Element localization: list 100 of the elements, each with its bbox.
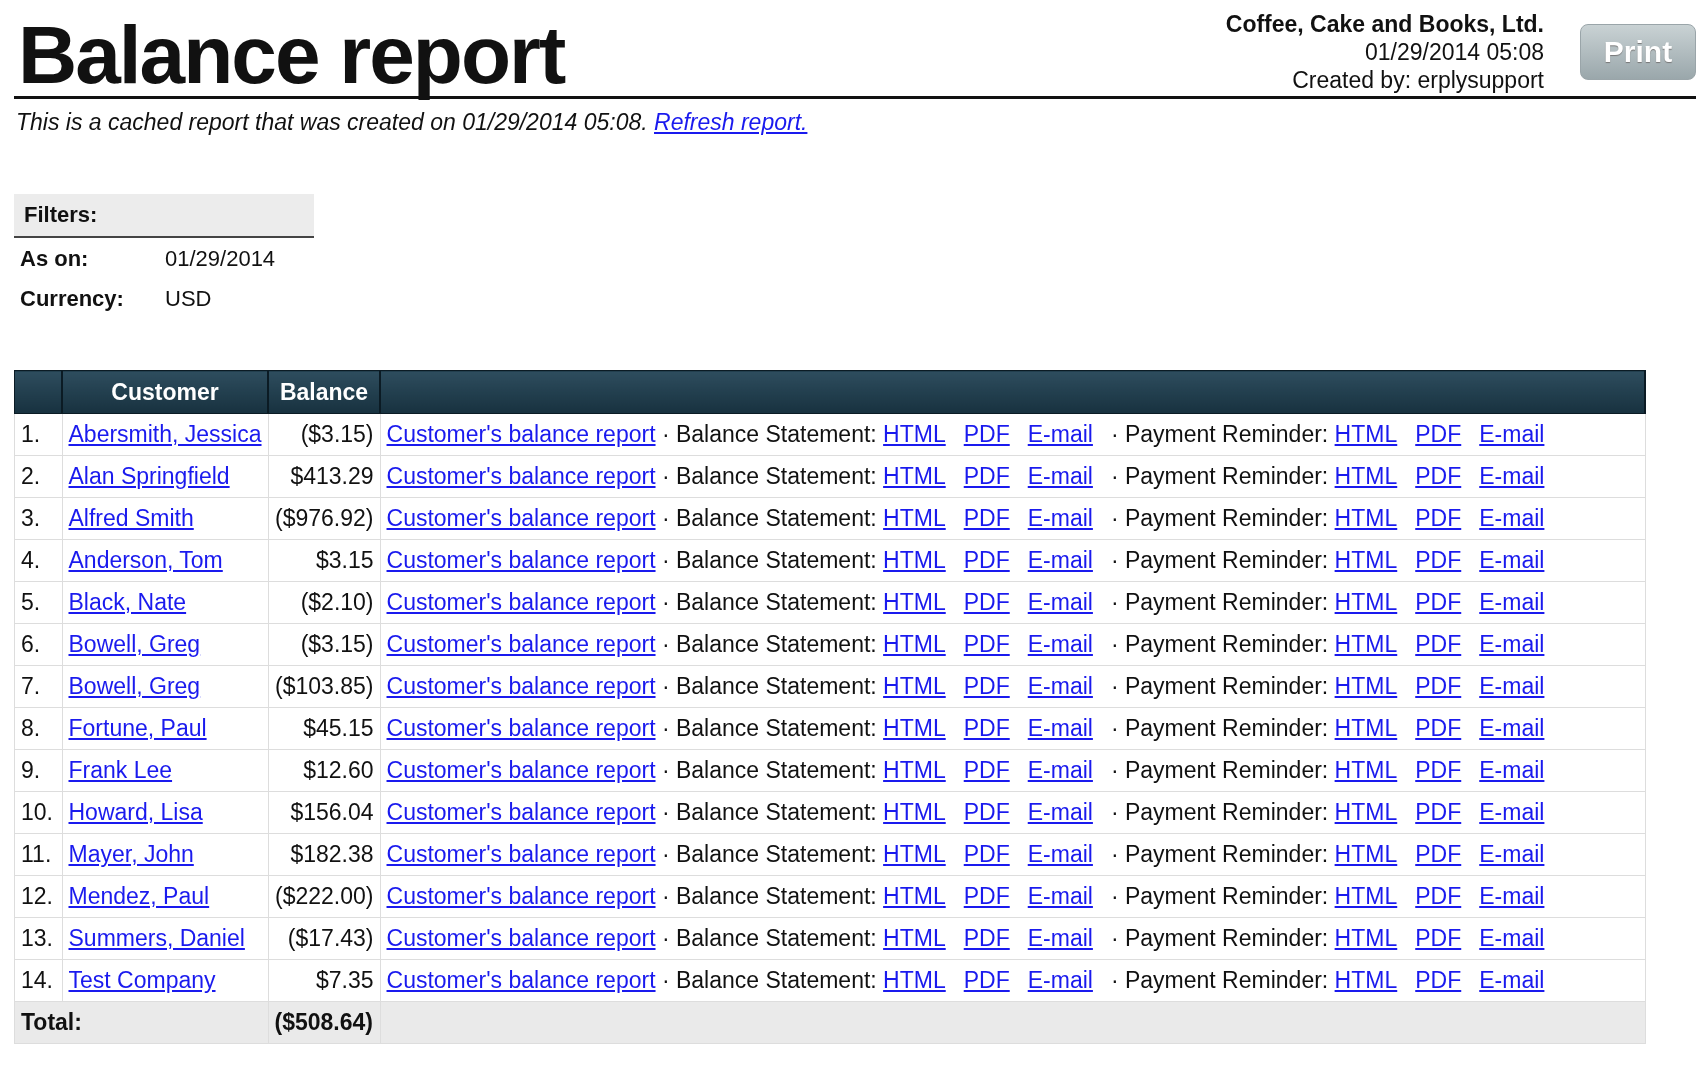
statement-link[interactable]: PDF [963,673,1010,699]
statement-link[interactable]: E-mail [1027,841,1093,867]
report-link[interactable]: Customer's balance report [386,463,656,489]
reminder-link[interactable]: PDF [1415,589,1462,615]
statement-link[interactable]: E-mail [1027,673,1093,699]
reminder-link[interactable]: HTML [1334,673,1398,699]
report-link[interactable]: Customer's balance report [386,967,656,993]
report-link[interactable]: Customer's balance report [386,505,656,531]
report-link[interactable]: Customer's balance report [386,631,656,657]
reminder-link[interactable]: E-mail [1479,547,1545,573]
reminder-link[interactable]: HTML [1334,421,1398,447]
reminder-link[interactable]: PDF [1415,421,1462,447]
reminder-link[interactable]: HTML [1334,967,1398,993]
statement-link[interactable]: PDF [963,589,1010,615]
statement-link[interactable]: PDF [963,463,1010,489]
reminder-link[interactable]: E-mail [1479,673,1545,699]
reminder-link[interactable]: E-mail [1479,589,1545,615]
reminder-link[interactable]: PDF [1415,799,1462,825]
statement-link[interactable]: PDF [963,925,1010,951]
reminder-link[interactable]: HTML [1334,883,1398,909]
report-link[interactable]: Customer's balance report [386,925,656,951]
reminder-link[interactable]: PDF [1415,757,1462,783]
statement-link[interactable]: E-mail [1027,631,1093,657]
report-link[interactable]: Customer's balance report [386,883,656,909]
statement-link[interactable]: HTML [883,925,946,951]
statement-link[interactable]: HTML [883,589,946,615]
statement-link[interactable]: HTML [883,883,946,909]
reminder-link[interactable]: E-mail [1479,883,1545,909]
statement-link[interactable]: E-mail [1027,547,1093,573]
reminder-link[interactable]: PDF [1415,673,1462,699]
statement-link[interactable]: HTML [883,547,946,573]
statement-link[interactable]: HTML [883,799,946,825]
reminder-link[interactable]: PDF [1415,547,1462,573]
reminder-link[interactable]: E-mail [1479,757,1545,783]
reminder-link[interactable]: PDF [1415,463,1462,489]
statement-link[interactable]: E-mail [1027,883,1093,909]
statement-link[interactable]: PDF [963,967,1010,993]
statement-link[interactable]: E-mail [1027,421,1093,447]
report-link[interactable]: Customer's balance report [386,715,656,741]
reminder-link[interactable]: PDF [1415,631,1462,657]
statement-link[interactable]: HTML [883,631,946,657]
reminder-link[interactable]: E-mail [1479,631,1545,657]
statement-link[interactable]: E-mail [1027,505,1093,531]
report-link[interactable]: Customer's balance report [386,589,656,615]
reminder-link[interactable]: HTML [1334,463,1398,489]
statement-link[interactable]: HTML [883,967,946,993]
reminder-link[interactable]: E-mail [1479,925,1545,951]
reminder-link[interactable]: PDF [1415,883,1462,909]
statement-link[interactable]: E-mail [1027,757,1093,783]
reminder-link[interactable]: HTML [1334,925,1398,951]
statement-link[interactable]: HTML [883,841,946,867]
reminder-link[interactable]: HTML [1334,631,1398,657]
report-link[interactable]: Customer's balance report [386,841,656,867]
reminder-link[interactable]: HTML [1334,715,1398,741]
statement-link[interactable]: HTML [883,757,946,783]
reminder-link[interactable]: E-mail [1479,799,1545,825]
statement-link[interactable]: PDF [963,883,1010,909]
report-link[interactable]: Customer's balance report [386,799,656,825]
statement-link[interactable]: PDF [963,421,1010,447]
report-link[interactable]: Customer's balance report [386,421,656,447]
report-link[interactable]: Customer's balance report [386,757,656,783]
reminder-link[interactable]: PDF [1415,505,1462,531]
separator: · [1110,421,1119,447]
statement-link[interactable]: HTML [883,505,946,531]
reminder-link[interactable]: E-mail [1479,841,1545,867]
statement-link[interactable]: E-mail [1027,967,1093,993]
reminder-link[interactable]: E-mail [1479,505,1545,531]
reminder-link[interactable]: HTML [1334,799,1398,825]
statement-link[interactable]: E-mail [1027,799,1093,825]
statement-link[interactable]: PDF [963,757,1010,783]
statement-link[interactable]: E-mail [1027,715,1093,741]
reminder-link[interactable]: PDF [1415,715,1462,741]
statement-link[interactable]: PDF [963,547,1010,573]
reminder-link[interactable]: HTML [1334,757,1398,783]
reminder-link[interactable]: HTML [1334,547,1398,573]
reminder-link[interactable]: HTML [1334,841,1398,867]
statement-link[interactable]: PDF [963,631,1010,657]
statement-link[interactable]: PDF [963,715,1010,741]
reminder-link[interactable]: E-mail [1479,715,1545,741]
statement-link[interactable]: PDF [963,799,1010,825]
reminder-link[interactable]: E-mail [1479,967,1545,993]
statement-link[interactable]: HTML [883,715,946,741]
statement-link[interactable]: HTML [883,463,946,489]
reminder-link[interactable]: PDF [1415,925,1462,951]
reminder-link[interactable]: PDF [1415,841,1462,867]
reminder-link[interactable]: E-mail [1479,421,1545,447]
reminder-link[interactable]: E-mail [1479,463,1545,489]
refresh-link[interactable]: Refresh report. [654,109,808,135]
report-link[interactable]: Customer's balance report [386,547,656,573]
statement-link[interactable]: E-mail [1027,925,1093,951]
statement-link[interactable]: PDF [963,505,1010,531]
reminder-link[interactable]: HTML [1334,505,1398,531]
reminder-link[interactable]: PDF [1415,967,1462,993]
statement-link[interactable]: HTML [883,673,946,699]
statement-link[interactable]: E-mail [1027,589,1093,615]
statement-link[interactable]: HTML [883,421,946,447]
statement-link[interactable]: E-mail [1027,463,1093,489]
reminder-link[interactable]: HTML [1334,589,1398,615]
statement-link[interactable]: PDF [963,841,1010,867]
report-link[interactable]: Customer's balance report [386,673,656,699]
